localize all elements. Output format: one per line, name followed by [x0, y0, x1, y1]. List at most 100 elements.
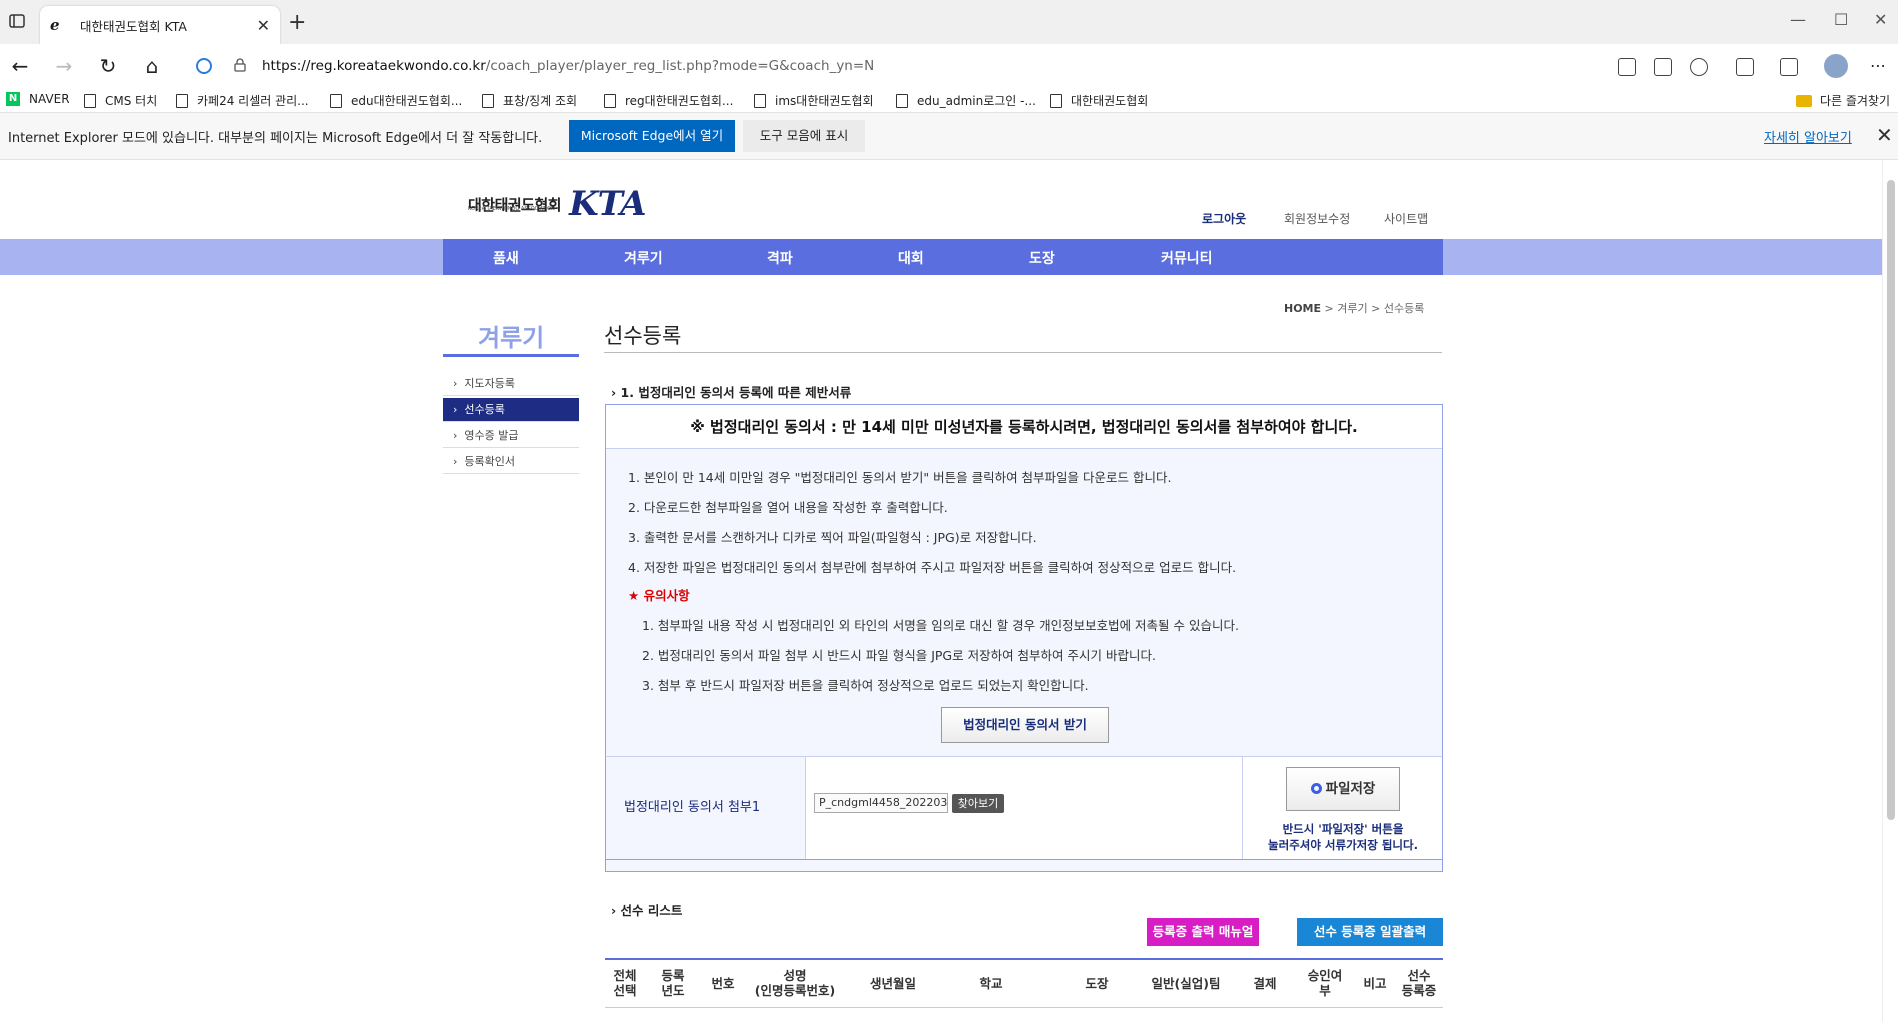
page-icon	[1050, 93, 1062, 108]
ie-favicon-icon: e	[50, 16, 60, 34]
bookmark-label: ims대한태권도협회	[775, 94, 874, 108]
browser-tab-strip: e 대한태권도협회 KTA ✕ + — ☐ ✕	[0, 0, 1898, 44]
gnb-item-kyorugi[interactable]: 겨루기	[624, 248, 663, 268]
lock-icon[interactable]	[234, 58, 246, 72]
scrollbar-thumb[interactable]	[1887, 180, 1895, 820]
member-edit-link[interactable]: 회원정보수정	[1284, 210, 1350, 227]
bookmark-item[interactable]: N NAVER	[6, 92, 70, 106]
sidebar-item-label: 등록확인서	[464, 455, 516, 468]
sidebar-item-receipt[interactable]: › 영수증 발급	[443, 424, 579, 448]
notice-step: 3. 출력한 문서를 스캔하거나 디카로 찍어 파일(파일형식 : JPG)로 …	[628, 530, 1037, 545]
more-icon[interactable]: ⋯	[1866, 54, 1890, 78]
column-header-certificate: 선수 등록증	[1401, 968, 1437, 998]
bulk-print-button[interactable]: 선수 등록증 일괄출력	[1297, 918, 1443, 946]
home-icon[interactable]: ⌂	[140, 54, 164, 78]
consent-attachment-row: 법정대리인 동의서 첨부1 P_cndgml4458_2022030 찾아보기 …	[605, 756, 1443, 860]
notice-heading: ※ 법정대리인 동의서 : 만 14세 미만 미성년자를 등록하시려면, 법정대…	[606, 405, 1442, 449]
read-aloud-icon[interactable]	[1618, 58, 1636, 76]
sidebar-item-player-registration[interactable]: › 선수등록	[443, 398, 579, 422]
bookmark-label: reg대한태권도협회...	[625, 94, 734, 108]
main-navigation: 품새 겨루기 격파 대회 도장 커뮤니티	[443, 239, 1443, 275]
bookmark-item[interactable]: 표창/징계 조회	[482, 92, 577, 109]
bookmark-item[interactable]: edu대한태권도협회...	[330, 92, 462, 109]
column-header-select-all[interactable]: 전체 선택	[609, 968, 641, 998]
column-header-school: 학교	[979, 976, 1003, 991]
ie-mode-infobar: Internet Explorer 모드에 있습니다. 대부분의 페이지는 Mi…	[0, 112, 1898, 160]
save-file-button[interactable]: 파일저장	[1286, 767, 1400, 811]
kta-logo[interactable]: 대한태권도협회 KOREA TAEKWONDO ASSOCIATION KTA	[468, 184, 646, 224]
section-heading-text: 선수 리스트	[620, 903, 683, 918]
show-in-toolbar-button[interactable]: 도구 모음에 표시	[743, 120, 865, 152]
page-icon	[482, 93, 494, 108]
forward-icon[interactable]: →	[52, 54, 76, 78]
notice-step: 2. 다운로드한 첨부파일을 열어 내용을 작성한 후 출력합니다.	[628, 500, 948, 515]
breadcrumb-home[interactable]: HOME	[1284, 302, 1321, 315]
browser-tab-active[interactable]: e 대한태권도협회 KTA ✕	[40, 6, 280, 44]
page-icon	[604, 93, 616, 108]
gnb-item-gyeokpa[interactable]: 격파	[767, 248, 793, 268]
open-in-edge-button[interactable]: Microsoft Edge에서 열기	[569, 120, 735, 152]
collections-icon[interactable]	[1780, 58, 1798, 76]
back-icon[interactable]: ←	[8, 54, 32, 78]
breadcrumb-level1[interactable]: 겨루기	[1337, 302, 1367, 315]
bookmark-item[interactable]: ims대한태권도협회	[754, 92, 874, 109]
other-favorites[interactable]: 다른 즐겨찾기	[1796, 92, 1890, 109]
window-close-icon[interactable]: ✕	[1874, 10, 1887, 29]
bookmark-label: 대한태권도협회	[1071, 94, 1149, 108]
page-icon	[176, 93, 188, 108]
download-consent-button[interactable]: 법정대리인 동의서 받기	[941, 707, 1109, 743]
ie-mode-message: Internet Explorer 모드에 있습니다. 대부분의 페이지는 Mi…	[8, 131, 543, 146]
tab-actions-icon[interactable]	[8, 12, 28, 32]
logout-link[interactable]: 로그아웃	[1202, 210, 1246, 227]
gnb-item-poomsae[interactable]: 품새	[493, 248, 519, 268]
page-scrollbar[interactable]	[1882, 160, 1898, 1022]
column-header-birthdate: 생년월일	[869, 976, 916, 991]
address-bar-row: ← → ↻ ⌂ https://reg.koreataekwondo.co.kr…	[0, 44, 1898, 88]
sidebar-item-coach-registration[interactable]: › 지도자등록	[443, 372, 579, 396]
bookmark-item[interactable]: edu_admin로그인 -...	[896, 92, 1036, 109]
save-cell: 파일저장 반드시 '파일저장' 버튼을 눌러주셔야 서류가저장 됩니다.	[1242, 757, 1442, 859]
bookmark-label: edu_admin로그인 -...	[917, 94, 1036, 108]
naver-icon: N	[6, 92, 20, 106]
maximize-icon[interactable]: ☐	[1834, 10, 1848, 29]
sidebar-item-registration-certificate[interactable]: › 등록확인서	[443, 450, 579, 474]
profile-avatar[interactable]	[1824, 54, 1848, 78]
logo-english: KOREA TAEKWONDO ASSOCIATION	[468, 206, 555, 212]
column-header-reg-year: 등록 년도	[661, 968, 685, 998]
sitemap-link[interactable]: 사이트맵	[1384, 210, 1428, 227]
attach-file-input[interactable]: P_cndgml4458_2022030	[814, 793, 948, 813]
breadcrumb-level2: 선수등록	[1383, 302, 1425, 315]
notice-step: 1. 본인이 만 14세 미만일 경우 "법정대리인 동의서 받기" 버튼을 클…	[628, 470, 1172, 485]
bookmark-item[interactable]: 카페24 리셀러 관리...	[176, 92, 309, 109]
section-heading-documents: › 1. 법정대리인 동의서 등록에 따른 제반서류	[611, 385, 852, 400]
new-tab-icon[interactable]: +	[288, 10, 306, 35]
gnb-item-community[interactable]: 커뮤니티	[1161, 248, 1213, 268]
radio-dot-icon	[1310, 783, 1322, 794]
apps-icon[interactable]	[1654, 58, 1672, 76]
page-icon	[754, 93, 766, 108]
gnb-item-competition[interactable]: 대회	[898, 248, 924, 268]
infobar-close-icon[interactable]: ✕	[1876, 123, 1893, 147]
bookmark-item[interactable]: CMS 터치	[84, 92, 157, 109]
add-favorite-icon[interactable]	[1690, 58, 1708, 76]
gnb-item-dojang[interactable]: 도장	[1029, 248, 1055, 268]
bookmark-label: 표창/징계 조회	[503, 94, 578, 108]
sidebar-item-label: 지도자등록	[464, 377, 516, 390]
ie-mode-icon[interactable]	[196, 58, 212, 74]
url-field[interactable]: https://reg.koreataekwondo.co.kr/coach_p…	[180, 50, 1620, 82]
section-heading-text: 1. 법정대리인 동의서 등록에 따른 제반서류	[620, 385, 852, 400]
bookmark-item[interactable]: 대한태권도협회	[1050, 92, 1148, 109]
learn-more-link[interactable]: 자세히 알아보기	[1764, 127, 1852, 146]
notice-step: 4. 저장한 파일은 법정대리인 동의서 첨부란에 첨부하여 주시고 파일저장 …	[628, 560, 1237, 575]
refresh-icon[interactable]: ↻	[96, 54, 120, 78]
tab-close-icon[interactable]: ✕	[257, 16, 270, 35]
minimize-icon[interactable]: —	[1790, 10, 1806, 29]
save-file-label: 파일저장	[1325, 781, 1376, 797]
browse-button[interactable]: 찾아보기	[952, 794, 1004, 813]
bookmark-item[interactable]: reg대한태권도협회...	[604, 92, 733, 109]
favorites-icon[interactable]	[1736, 58, 1754, 76]
sidebar-item-label: 선수등록	[464, 403, 505, 416]
attach-label: 법정대리인 동의서 첨부1	[606, 757, 806, 859]
print-manual-button[interactable]: 등록증 출력 매뉴얼	[1147, 918, 1259, 946]
caution-item: 1. 첨부파일 내용 작성 시 법정대리인 외 타인의 서명을 임의로 대신 할…	[642, 618, 1239, 633]
